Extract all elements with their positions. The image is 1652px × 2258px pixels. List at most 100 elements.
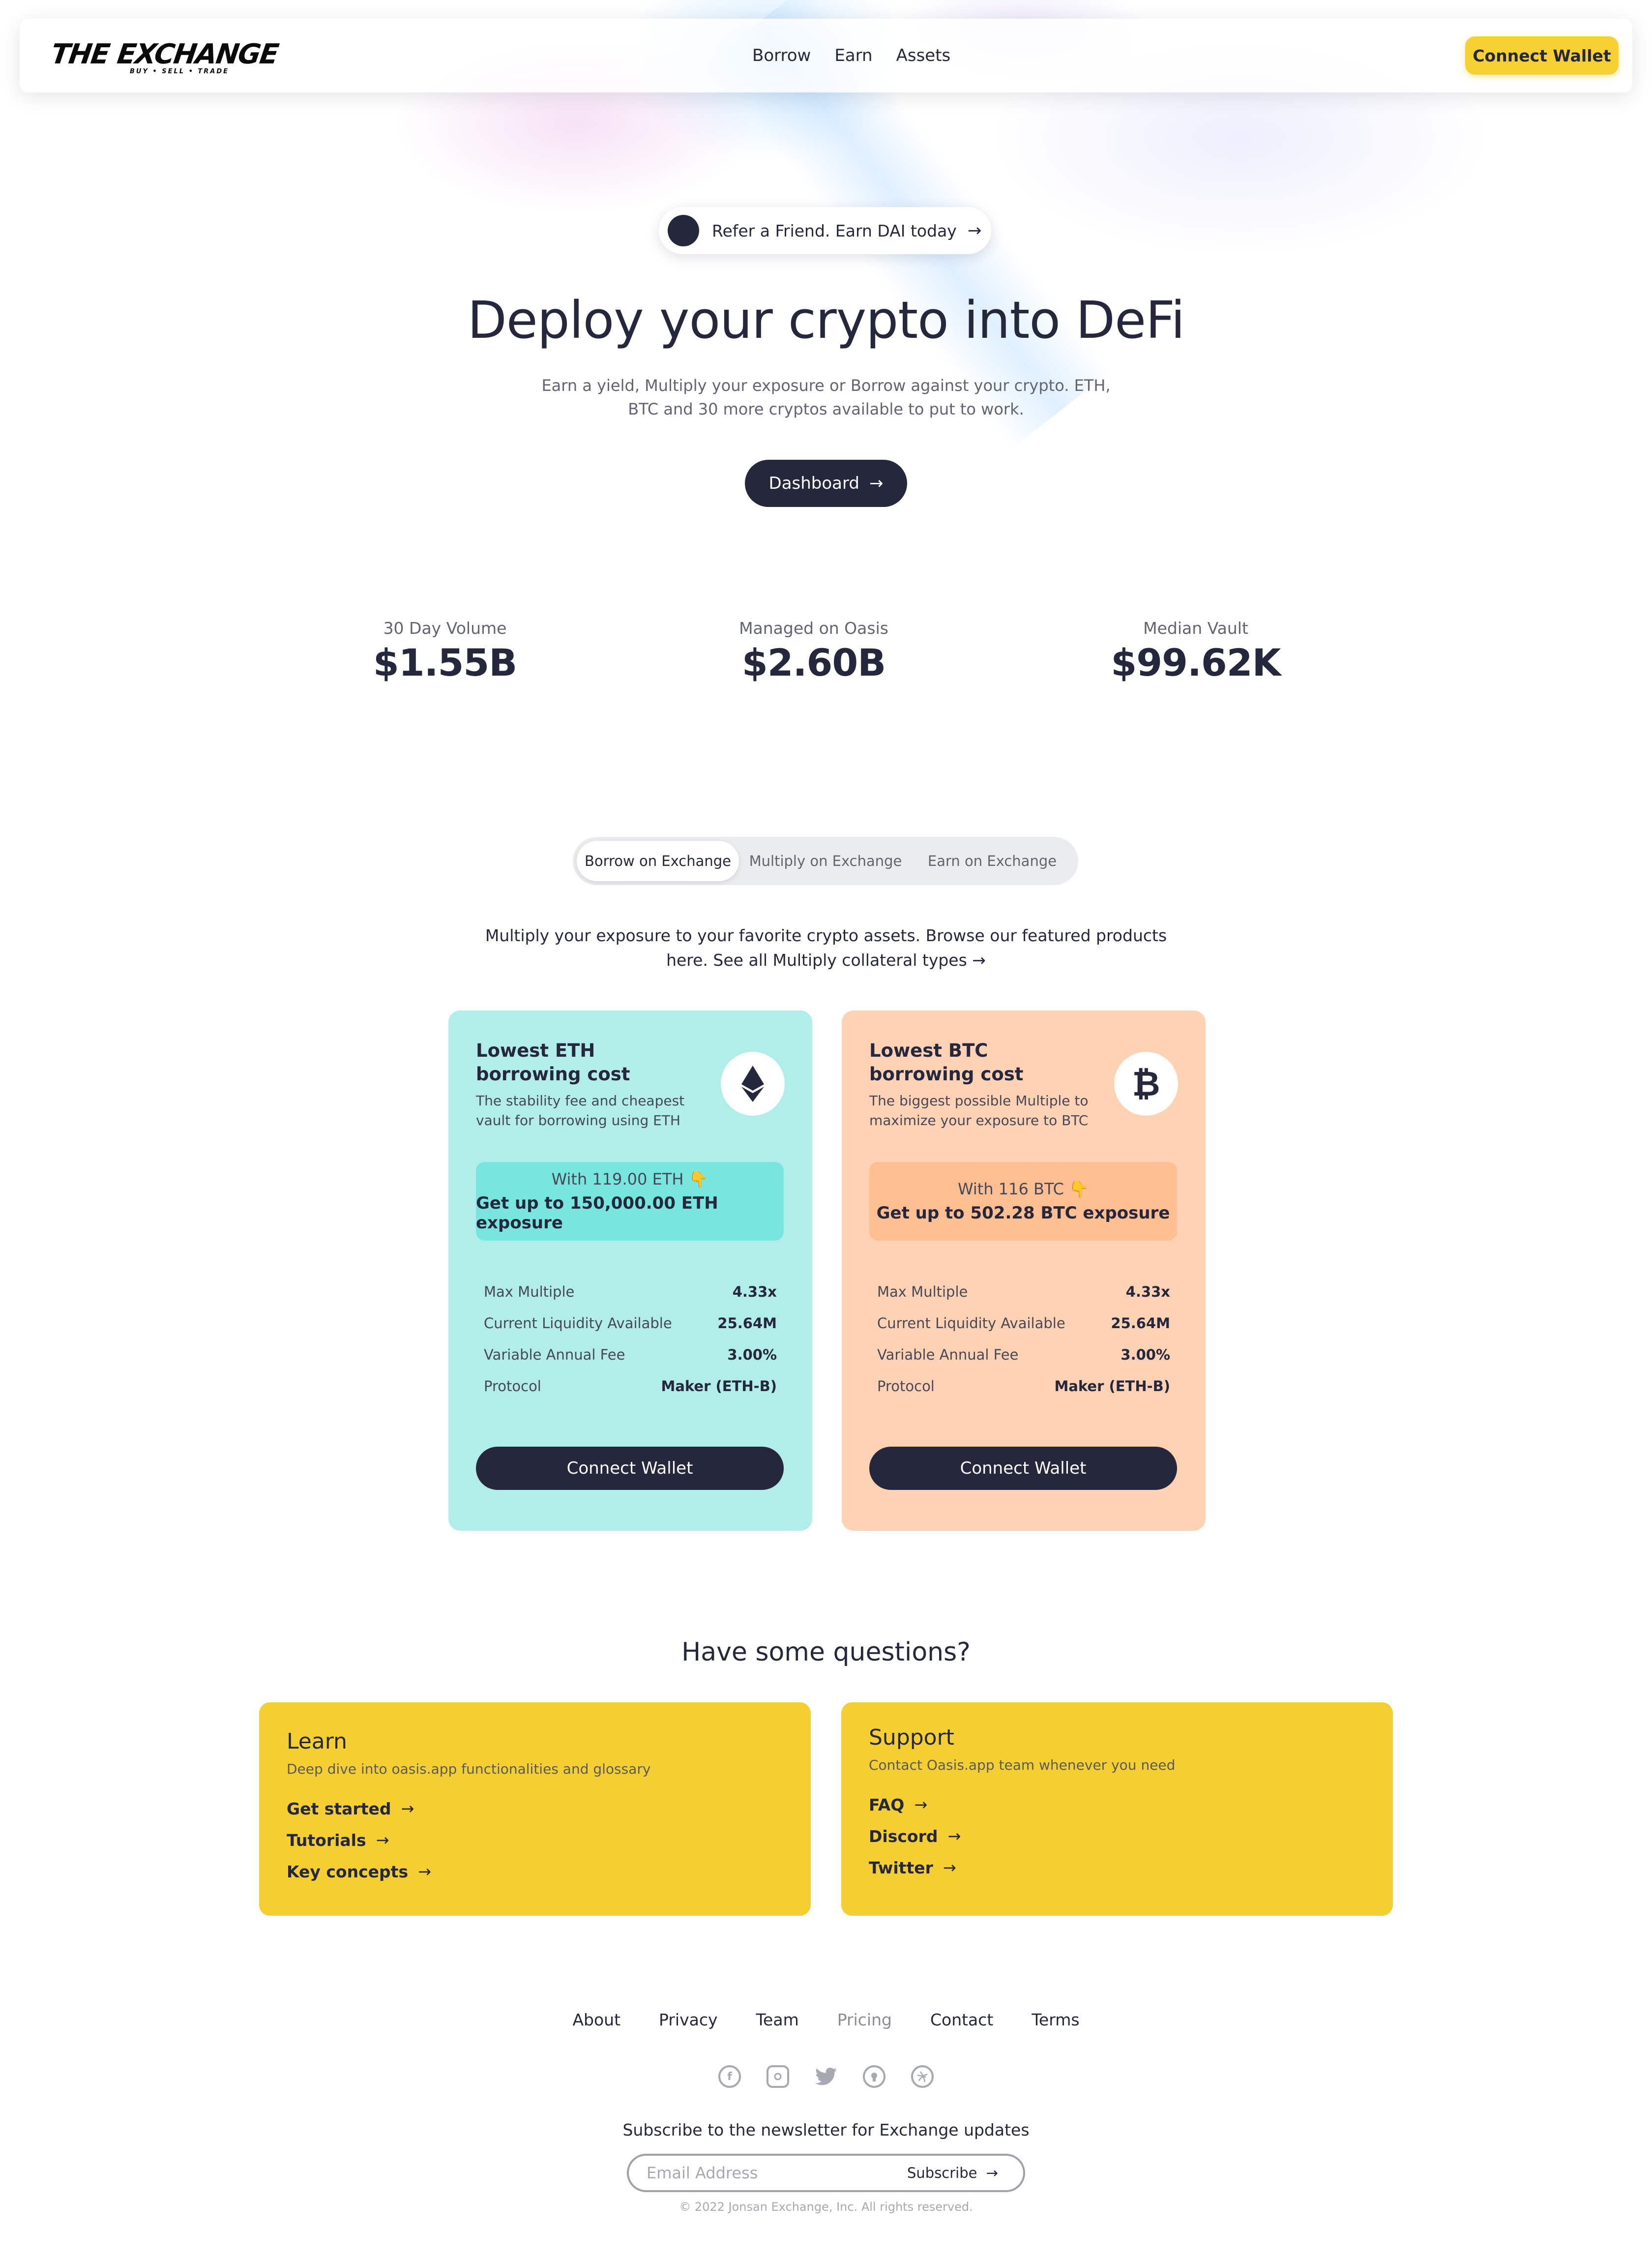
exposure-highlight: With 116 BTC 👇 Get up to 502.28 BTC expo… — [869, 1162, 1177, 1241]
tab-earn[interactable]: Earn on Exchange — [912, 841, 1072, 881]
btc-connect-wallet-button[interactable]: Connect Wallet — [869, 1447, 1177, 1490]
detail-label: Max Multiple — [877, 1283, 968, 1300]
subscribe-button[interactable]: Subscribe → — [907, 2165, 998, 2181]
learn-panel: Learn Deep dive into oasis.app functiona… — [259, 1702, 811, 1916]
arrow-right-icon: → — [869, 474, 884, 493]
detail-row: Variable Annual Fee 3.00% — [476, 1339, 785, 1370]
link-key-concepts[interactable]: Key concepts → — [287, 1856, 783, 1887]
card-description: The biggest possible Multiple to maximiz… — [869, 1093, 1089, 1129]
ethereum-icon — [721, 1052, 785, 1116]
footer-nav: About Privacy Team Pricing Contact Terms — [0, 2010, 1652, 2029]
arrow-right-icon: → — [967, 221, 982, 240]
link-label: Key concepts — [287, 1862, 409, 1881]
tab-multiply[interactable]: Multiply on Exchange — [739, 841, 912, 881]
dashboard-button[interactable]: Dashboard → — [745, 460, 907, 507]
nav-assets[interactable]: Assets — [896, 46, 951, 65]
card-details: Max Multiple 4.33x Current Liquidity Ava… — [476, 1276, 785, 1402]
support-title: Support — [869, 1725, 954, 1750]
arrow-right-icon: → — [376, 1831, 389, 1849]
detail-row: Protocol Maker (ETH-B) — [869, 1370, 1178, 1402]
link-discord[interactable]: Discord → — [869, 1820, 1365, 1852]
footer-link-pricing[interactable]: Pricing — [837, 2010, 892, 2029]
refer-dot-icon — [668, 215, 699, 246]
exchange-logo[interactable]: THE EXCHANGE BUY • SELL • TRADE — [49, 38, 280, 78]
detail-row: Current Liquidity Available 25.64M — [869, 1307, 1178, 1339]
dribbble-icon[interactable] — [911, 2065, 934, 2088]
arrow-right-icon: → — [943, 1858, 956, 1877]
eth-connect-wallet-button[interactable]: Connect Wallet — [476, 1447, 784, 1490]
nav-borrow[interactable]: Borrow — [752, 46, 811, 65]
footer-link-terms[interactable]: Terms — [1032, 2010, 1079, 2029]
refer-text: Refer a Friend. Earn DAI today — [712, 221, 957, 240]
twitter-icon[interactable] — [815, 2065, 837, 2088]
exposure-highlight: With 119.00 ETH 👇 Get up to 150,000.00 E… — [476, 1162, 784, 1241]
stat-label: 30 Day Volume — [383, 619, 507, 638]
support-description: Contact Oasis.app team whenever you need — [869, 1757, 1176, 1773]
detail-row: Max Multiple 4.33x — [869, 1276, 1178, 1307]
logo-tagline: BUY • SELL • TRADE — [130, 68, 230, 75]
arrow-right-icon: → — [914, 1795, 928, 1814]
detail-value: 3.00% — [1121, 1346, 1170, 1363]
detail-value: Maker (ETH-B) — [1054, 1378, 1170, 1395]
subscribe-label: Subscribe — [907, 2165, 977, 2181]
link-label: FAQ — [869, 1795, 905, 1814]
link-label: Twitter — [869, 1858, 933, 1877]
learn-title: Learn — [287, 1729, 347, 1754]
arrow-right-icon: → — [418, 1862, 431, 1881]
highlight-collateral: With 116 BTC 👇 — [957, 1180, 1089, 1198]
arrow-right-icon: → — [401, 1799, 414, 1818]
product-tabs: Borrow on Exchange Multiply on Exchange … — [573, 837, 1078, 885]
card-description: The stability fee and cheapest vault for… — [476, 1093, 685, 1129]
detail-label: Variable Annual Fee — [484, 1346, 625, 1363]
newsletter-form: Subscribe → — [627, 2154, 1025, 2192]
stat-managed-on-oasis: Managed on Oasis $2.60B — [691, 619, 937, 684]
product-card-eth: Lowest ETH borrowing cost The stability … — [448, 1010, 812, 1531]
detail-row: Current Liquidity Available 25.64M — [476, 1307, 785, 1339]
footer-link-team[interactable]: Team — [756, 2010, 799, 2029]
detail-value: 25.64M — [717, 1315, 777, 1332]
detail-label: Variable Annual Fee — [877, 1346, 1019, 1363]
link-get-started[interactable]: Get started → — [287, 1793, 783, 1824]
link-faq[interactable]: FAQ → — [869, 1789, 1365, 1820]
link-tutorials[interactable]: Tutorials → — [287, 1824, 783, 1856]
stat-value: $99.62K — [1111, 641, 1281, 684]
arrow-right-icon: → — [947, 1827, 961, 1845]
learn-links: Get started → Tutorials → Key concepts → — [287, 1793, 783, 1887]
email-input[interactable] — [647, 2164, 902, 2182]
product-card-btc: Lowest BTC borrowing cost The biggest po… — [842, 1010, 1206, 1531]
detail-value: 4.33x — [1125, 1283, 1170, 1300]
main-nav: Borrow Earn Assets — [752, 19, 950, 92]
detail-label: Protocol — [484, 1378, 541, 1395]
top-header: THE EXCHANGE BUY • SELL • TRADE Borrow E… — [20, 19, 1632, 92]
stat-30-day-volume: 30 Day Volume $1.55B — [322, 619, 568, 684]
link-label: Discord — [869, 1826, 938, 1846]
detail-row: Max Multiple 4.33x — [476, 1276, 785, 1307]
detail-value: 3.00% — [727, 1346, 777, 1363]
stat-value: $1.55B — [373, 641, 517, 684]
header-connect-wallet-button[interactable]: Connect Wallet — [1465, 36, 1619, 75]
support-panel: Support Contact Oasis.app team whenever … — [841, 1702, 1393, 1916]
github-icon[interactable] — [863, 2065, 885, 2088]
tab-borrow[interactable]: Borrow on Exchange — [577, 841, 739, 881]
instagram-icon[interactable] — [767, 2065, 789, 2088]
link-label: Tutorials — [287, 1830, 366, 1850]
stat-label: Median Vault — [1143, 619, 1248, 638]
detail-row: Protocol Maker (ETH-B) — [476, 1370, 785, 1402]
logo-wordmark: THE EXCHANGE — [49, 38, 280, 70]
card-title: Lowest ETH borrowing cost — [476, 1040, 630, 1085]
refer-friend-pill[interactable]: Refer a Friend. Earn DAI today → — [659, 207, 991, 254]
footer-link-about[interactable]: About — [572, 2010, 620, 2029]
nav-earn[interactable]: Earn — [834, 46, 872, 65]
arrow-right-icon: → — [986, 2165, 998, 2181]
newsletter-title: Subscribe to the newsletter for Exchange… — [622, 2120, 1030, 2139]
facebook-icon[interactable]: f — [718, 2065, 741, 2088]
copyright: © 2022 Jonsan Exchange, Inc. All rights … — [679, 2200, 973, 2214]
hero-subtitle: Earn a yield, Multiply your exposure or … — [541, 376, 1111, 418]
footer-link-contact[interactable]: Contact — [930, 2010, 993, 2029]
link-twitter[interactable]: Twitter → — [869, 1852, 1365, 1883]
footer-link-privacy[interactable]: Privacy — [659, 2010, 717, 2029]
detail-value: 4.33x — [732, 1283, 777, 1300]
stat-median-vault: Median Vault $99.62K — [1073, 619, 1319, 684]
detail-value: Maker (ETH-B) — [661, 1378, 777, 1395]
learn-description: Deep dive into oasis.app functionalities… — [287, 1761, 651, 1777]
